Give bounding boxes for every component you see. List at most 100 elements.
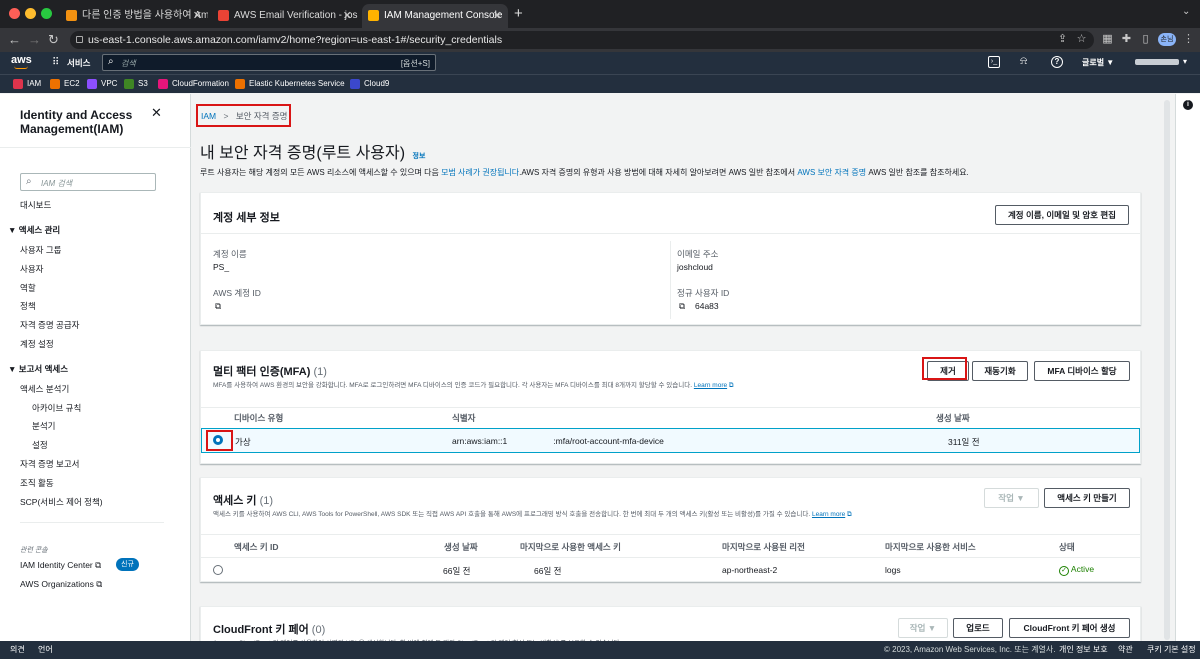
panel-title: 액세스 키 (1) [213,492,273,508]
sidebar-link-organizations[interactable]: AWS Organizations ⧉ [20,579,102,590]
mfa-table-row-selected[interactable]: 가상 arn:aws:iam::1:mfa/root-account-mfa-d… [201,428,1140,453]
search-icon: ⌕ [108,56,114,67]
col-last-service: 마지막으로 사용한 서비스 [885,542,976,552]
sidebar-section-reports[interactable]: ▼ 보고서 액세스 [8,363,68,375]
create-cloudfront-keypair-button[interactable]: CloudFront 키 페어 생성 [1009,618,1130,638]
sidebar-item-identity-providers[interactable]: 자격 증명 공급자 [20,319,79,331]
page-title-text: 내 보안 자격 증명(루트 사용자) [200,145,406,162]
caret-down-icon: ▼ [8,225,19,235]
access-key-row-radio[interactable] [213,565,223,575]
sidebar-item-org-activity[interactable]: 조직 활동 [20,477,54,489]
eks-service-icon [235,79,245,89]
bookmark-star-icon[interactable]: ☆ [1075,33,1088,46]
scrollbar[interactable] [1164,100,1170,640]
notifications-bell-icon[interactable]: ⍾ [1020,55,1027,68]
learn-more-link[interactable]: Learn more [694,382,727,389]
close-tab-icon[interactable]: ✕ [493,4,502,28]
sidebar-item-account-settings[interactable]: 계정 설정 [20,338,54,350]
language-link[interactable]: 언어 [38,641,53,659]
highlight-remove-button [922,357,967,380]
account-dropdown-icon[interactable]: ▾ [1183,57,1187,66]
favorite-cloud9[interactable]: Cloud9 [350,78,389,90]
link-label: IAM Identity Center [20,560,93,570]
info-icon[interactable]: i [1183,100,1193,110]
sidebar-item-roles[interactable]: 역할 [20,282,36,294]
resync-mfa-button[interactable]: 재동기화 [972,361,1028,381]
sidebar-item-dashboard[interactable]: 대시보드 [20,199,51,211]
actions-dropdown[interactable]: 작업 ▼ [984,488,1039,508]
forward-icon[interactable]: → [28,31,41,49]
aws-search-input[interactable]: ⌕ 검색 [옵션+S] [102,54,436,71]
browser-tab[interactable]: 다른 인증 방법을 사용하여 Amazon ✕ [60,4,208,28]
favorite-label: IAM [27,79,42,88]
url-field[interactable]: us-east-1.console.aws.amazon.com/iamv2/h… [70,31,1094,49]
sidebar-item-access-analyzer[interactable]: 액세스 분석기 [20,383,69,395]
new-tab-icon[interactable]: + [514,5,523,22]
cloudshell-icon[interactable]: ›_ [988,56,1000,68]
sidebar-item-credential-report[interactable]: 자격 증명 보고서 [20,458,79,470]
sidebar-item-analyzers[interactable]: 분석기 [32,420,55,432]
search-shortcut: [옵션+S] [400,59,430,68]
upload-button[interactable]: 업로드 [953,618,1003,638]
search-icon: ⌕ [26,176,32,187]
help-icon[interactable]: ? [1051,56,1063,68]
terms-link[interactable]: 약관 [1118,641,1133,659]
favorite-ec2[interactable]: EC2 [50,78,80,90]
sidebar-item-settings[interactable]: 설정 [32,439,48,451]
sidebar-item-user-groups[interactable]: 사용자 그룹 [20,244,61,256]
reload-icon[interactable]: ↻ [48,31,59,49]
edit-account-button[interactable]: 계정 이름, 이메일 및 암호 편집 [995,205,1129,225]
assign-mfa-button[interactable]: MFA 디바이스 할당 [1034,361,1130,381]
favorite-iam[interactable]: IAM [13,78,41,90]
sidebar-item-scp[interactable]: SCP(서비스 제어 정책) [20,496,103,508]
close-window-button[interactable] [9,8,20,19]
sidepanel-icon[interactable]: ▯ [1139,33,1152,46]
mfa-panel: 멀티 팩터 인증(MFA) (1) MFA를 사용하여 AWS 환경의 보안을 … [200,350,1141,464]
back-icon[interactable]: ← [8,31,21,49]
qr-code-icon[interactable]: ▦ [1101,33,1114,46]
sidebar-section-access-mgmt[interactable]: ▼ 액세스 관리 [8,224,60,236]
aws-logo[interactable]: aws [11,54,32,66]
copy-icon[interactable]: ⧉ [679,301,685,312]
services-grid-icon[interactable]: ⠿ [52,57,59,68]
browser-tab-active[interactable]: IAM Management Console ✕ [362,4,508,28]
tab-menu-icon[interactable]: ⌄ [1182,6,1190,17]
favorite-eks[interactable]: Elastic Kubernetes Service [235,78,345,90]
browser-tab[interactable]: AWS Email Verification - joshcl ✕ [212,4,358,28]
actions-dropdown[interactable]: 작업 ▼ [898,618,948,638]
status-text: Active [1070,564,1095,574]
sidebar-search-input[interactable]: ⌕ IAM 검색 [20,173,156,191]
browser-menu-icon[interactable]: ⋮ [1182,33,1195,46]
learn-more-link[interactable]: Learn more [812,511,845,518]
favorite-vpc[interactable]: VPC [87,78,117,90]
extensions-icon[interactable]: ✚ [1120,33,1133,46]
maximize-window-button[interactable] [41,8,52,19]
feedback-link[interactable]: 의견 [10,641,25,659]
share-icon[interactable]: ⇪ [1056,33,1069,46]
best-practices-link[interactable]: 모범 사례가 권장됩니다 [441,168,519,177]
create-access-key-button[interactable]: 액세스 키 만들기 [1044,488,1130,508]
cookie-prefs-link[interactable]: 쿠키 기본 설정 [1147,641,1196,659]
services-menu[interactable]: 서비스 [67,57,90,69]
profile-avatar[interactable]: 손님 [1158,33,1176,46]
favorite-s3[interactable]: S3 [124,78,148,90]
col-last-used: 마지막으로 사용한 액세스 키 [520,542,621,552]
region-selector[interactable]: 글로벌 ▼ [1082,57,1114,68]
sidebar-link-identity-center[interactable]: IAM Identity Center ⧉ [20,560,101,571]
favorite-cloudformation[interactable]: CloudFormation [158,78,229,90]
security-credentials-link[interactable]: AWS 보안 자격 증명 [797,168,866,177]
account-menu[interactable] [1135,59,1179,65]
minimize-window-button[interactable] [25,8,36,19]
tab-label: IAM Management Console [384,10,503,21]
info-link[interactable]: 정보 [413,153,426,160]
sidebar-item-archive-rules[interactable]: 아카이브 규칙 [32,402,81,414]
desc-text: .AWS 자격 증명의 유형과 사용 방법에 대해 자세히 알아보려면 AWS … [519,168,796,177]
sidebar-item-policies[interactable]: 정책 [20,300,36,312]
sidebar-item-users[interactable]: 사용자 [20,263,43,275]
close-tab-icon[interactable]: ✕ [193,4,202,28]
privacy-link[interactable]: 개인 정보 보호 [1059,641,1108,659]
close-tab-icon[interactable]: ✕ [343,4,352,28]
copy-icon[interactable]: ⧉ [215,301,221,312]
browser-address-bar: ← → ↻ us-east-1.console.aws.amazon.com/i… [0,28,1200,52]
close-sidebar-icon[interactable]: ✕ [151,105,162,121]
